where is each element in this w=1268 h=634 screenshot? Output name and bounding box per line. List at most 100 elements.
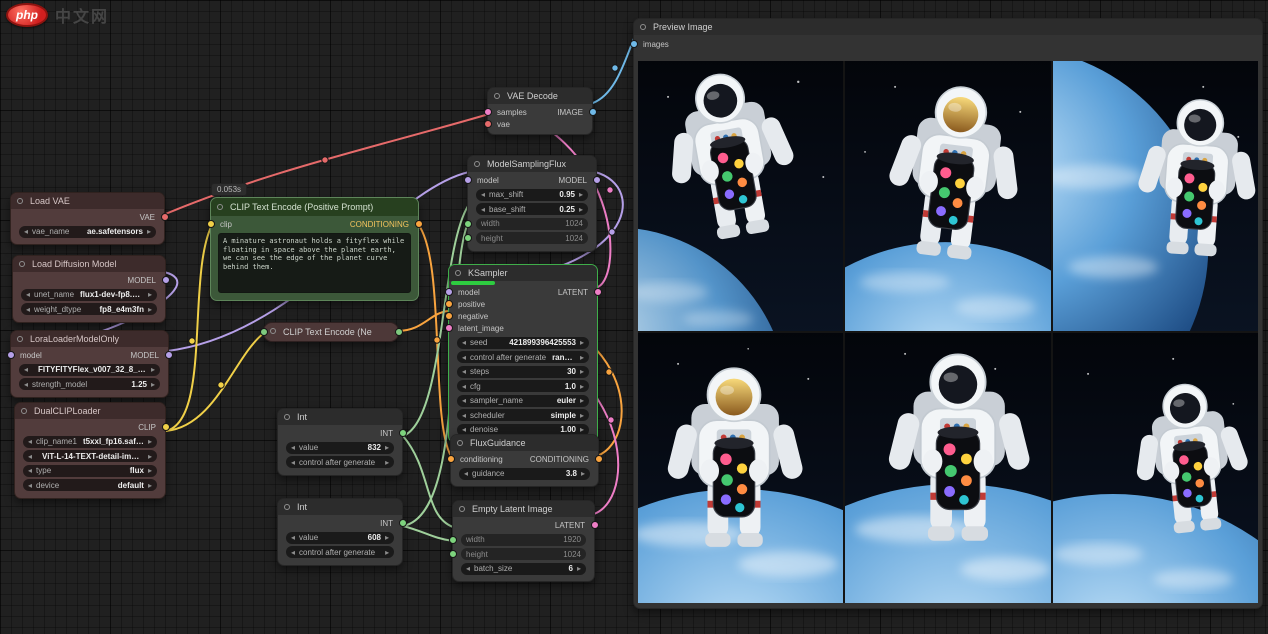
node-flux-guidance[interactable]: FluxGuidance conditioning CONDITIONING g…: [450, 434, 599, 487]
node-titlebar[interactable]: ModelSamplingFlux: [468, 156, 596, 172]
output-slot-latent[interactable]: [591, 521, 599, 529]
widget-clip-name1[interactable]: clip_name1 t5xxl_fp16.safetensors: [23, 436, 157, 448]
collapsed-output-slot[interactable]: [395, 328, 403, 336]
output-slot-clip[interactable]: [162, 423, 170, 431]
output-slot-model[interactable]: [593, 176, 601, 184]
output-slot-vae[interactable]: [161, 213, 169, 221]
widget-steps[interactable]: steps 30: [457, 366, 589, 378]
input-widget-width[interactable]: width 1024: [476, 218, 588, 230]
node-model-sampling-flux[interactable]: ModelSamplingFlux model MODEL max_shift …: [467, 155, 597, 252]
output-slot-model[interactable]: [165, 351, 173, 359]
widget-unet-name[interactable]: unet_name flux1-dev-fp8.safetensors: [21, 289, 157, 301]
node-titlebar[interactable]: Int: [278, 409, 402, 425]
input-slot-model[interactable]: [445, 288, 453, 296]
input-slot-model[interactable]: [464, 176, 472, 184]
collapse-icon[interactable]: [17, 336, 23, 342]
widget-vae-name[interactable]: vae_name ae.safetensors: [19, 226, 156, 238]
input-widget-width[interactable]: width 1920: [461, 534, 586, 546]
output-slot-int[interactable]: [399, 519, 407, 527]
node-titlebar[interactable]: Int: [278, 499, 402, 515]
preview-image-1[interactable]: [638, 61, 843, 331]
input-slot-height[interactable]: [449, 550, 457, 558]
node-vae-decode[interactable]: VAE Decode samples IMAGE vae: [487, 87, 593, 135]
input-slot-width[interactable]: [449, 536, 457, 544]
output-slot-model[interactable]: [162, 276, 170, 284]
collapse-icon[interactable]: [270, 328, 276, 334]
node-titlebar[interactable]: Empty Latent Image: [453, 501, 594, 517]
collapse-icon[interactable]: [474, 161, 480, 167]
output-slot-latent[interactable]: [594, 288, 602, 296]
output-slot-int[interactable]: [399, 429, 407, 437]
collapse-icon[interactable]: [284, 504, 290, 510]
widget-seed[interactable]: seed 421899396425553: [457, 337, 589, 349]
widget-control-after-generate[interactable]: control after generate fixed: [286, 546, 394, 558]
widget-control-after-generate[interactable]: control after generate fixed: [286, 456, 394, 468]
input-slot-samples[interactable]: [484, 108, 492, 116]
input-slot-vae[interactable]: [484, 120, 492, 128]
collapsed-input-slot[interactable]: [260, 328, 268, 336]
preview-image-4[interactable]: [638, 333, 843, 603]
preview-image-3[interactable]: [1053, 61, 1258, 331]
node-dual-clip-loader[interactable]: DualCLIPLoader CLIP clip_name1 t5xxl_fp1…: [14, 402, 166, 499]
node-titlebar[interactable]: DualCLIPLoader: [15, 403, 165, 419]
widget-base-shift[interactable]: base_shift 0.25: [476, 203, 588, 215]
widget-device[interactable]: device default: [23, 479, 157, 491]
node-titlebar[interactable]: CLIP Text Encode (Positive Prompt): [211, 198, 418, 216]
widget-strength-model[interactable]: strength_model 1.25: [19, 378, 160, 390]
node-int-width[interactable]: Int INT value 832 control after generate…: [277, 408, 403, 476]
input-slot-negative[interactable]: [445, 312, 453, 320]
input-slot-clip[interactable]: [207, 220, 215, 228]
node-titlebar[interactable]: Preview Image: [634, 19, 1262, 35]
widget-cfg[interactable]: cfg 1.0: [457, 380, 589, 392]
widget-type[interactable]: type flux: [23, 465, 157, 477]
widget-lora-name[interactable]: FITYFITYFlex_v007_32_8_rank32_bf16 ...: [19, 364, 160, 376]
collapse-icon[interactable]: [457, 440, 463, 446]
collapse-icon[interactable]: [455, 270, 461, 276]
output-slot-image[interactable]: [589, 108, 597, 116]
node-titlebar[interactable]: CLIP Text Encode (Ne: [264, 323, 398, 341]
widget-value[interactable]: value 832: [286, 442, 394, 454]
widget-guidance[interactable]: guidance 3.8: [459, 468, 590, 480]
input-slot-height[interactable]: [464, 234, 472, 242]
collapse-icon[interactable]: [284, 414, 290, 420]
node-load-vae[interactable]: Load VAE VAE vae_name ae.safetensors: [10, 192, 165, 245]
input-widget-height[interactable]: height 1024: [476, 232, 588, 244]
node-titlebar[interactable]: Load VAE: [11, 193, 164, 209]
widget-control-after-generate[interactable]: control after generate randomize: [457, 351, 589, 363]
collapse-icon[interactable]: [19, 261, 25, 267]
node-titlebar[interactable]: LoraLoaderModelOnly: [11, 331, 168, 347]
widget-clip-name2[interactable]: ViT-L-14-TEXT-detail-improved-hiT-GmP-..…: [23, 450, 157, 462]
output-slot-conditioning[interactable]: [415, 220, 423, 228]
preview-image-2[interactable]: [845, 61, 1050, 331]
widget-batch-size[interactable]: batch_size 6: [461, 563, 586, 575]
node-lora-loader-model-only[interactable]: LoraLoaderModelOnly model MODEL FITYFITY…: [10, 330, 169, 398]
widget-weight-dtype[interactable]: weight_dtype fp8_e4m3fn: [21, 303, 157, 315]
collapse-icon[interactable]: [640, 24, 646, 30]
node-titlebar[interactable]: VAE Decode: [488, 88, 592, 104]
node-clip-text-encode-negative[interactable]: CLIP Text Encode (Ne: [263, 322, 399, 342]
node-load-diffusion-model[interactable]: Load Diffusion Model MODEL unet_name flu…: [12, 255, 166, 323]
node-clip-text-encode-positive[interactable]: CLIP Text Encode (Positive Prompt) clip …: [210, 197, 419, 301]
input-slot-latent-image[interactable]: [445, 324, 453, 332]
node-titlebar[interactable]: FluxGuidance: [451, 435, 598, 451]
node-titlebar[interactable]: Load Diffusion Model: [13, 256, 165, 272]
widget-max-shift[interactable]: max_shift 0.95: [476, 189, 588, 201]
node-titlebar[interactable]: KSampler: [449, 265, 597, 281]
node-empty-latent-image[interactable]: Empty Latent Image LATENT width 1920 hei…: [452, 500, 595, 582]
node-ksampler[interactable]: KSampler model LATENT positive negative …: [448, 264, 598, 443]
node-int-height[interactable]: Int INT value 608 control after generate…: [277, 498, 403, 566]
input-slot-images[interactable]: [630, 40, 638, 48]
preview-image-5[interactable]: [845, 333, 1050, 603]
widget-sampler-name[interactable]: sampler_name euler: [457, 395, 589, 407]
input-slot-positive[interactable]: [445, 300, 453, 308]
collapse-icon[interactable]: [21, 408, 27, 414]
input-slot-model[interactable]: [7, 351, 15, 359]
collapse-icon[interactable]: [494, 93, 500, 99]
input-slot-conditioning[interactable]: [447, 455, 455, 463]
preview-image-6[interactable]: [1053, 333, 1258, 603]
collapse-icon[interactable]: [459, 506, 465, 512]
input-slot-width[interactable]: [464, 220, 472, 228]
collapse-icon[interactable]: [217, 204, 223, 210]
input-widget-height[interactable]: height 1024: [461, 548, 586, 560]
prompt-textarea[interactable]: A minature astronaut holds a fityflex wh…: [218, 233, 411, 293]
